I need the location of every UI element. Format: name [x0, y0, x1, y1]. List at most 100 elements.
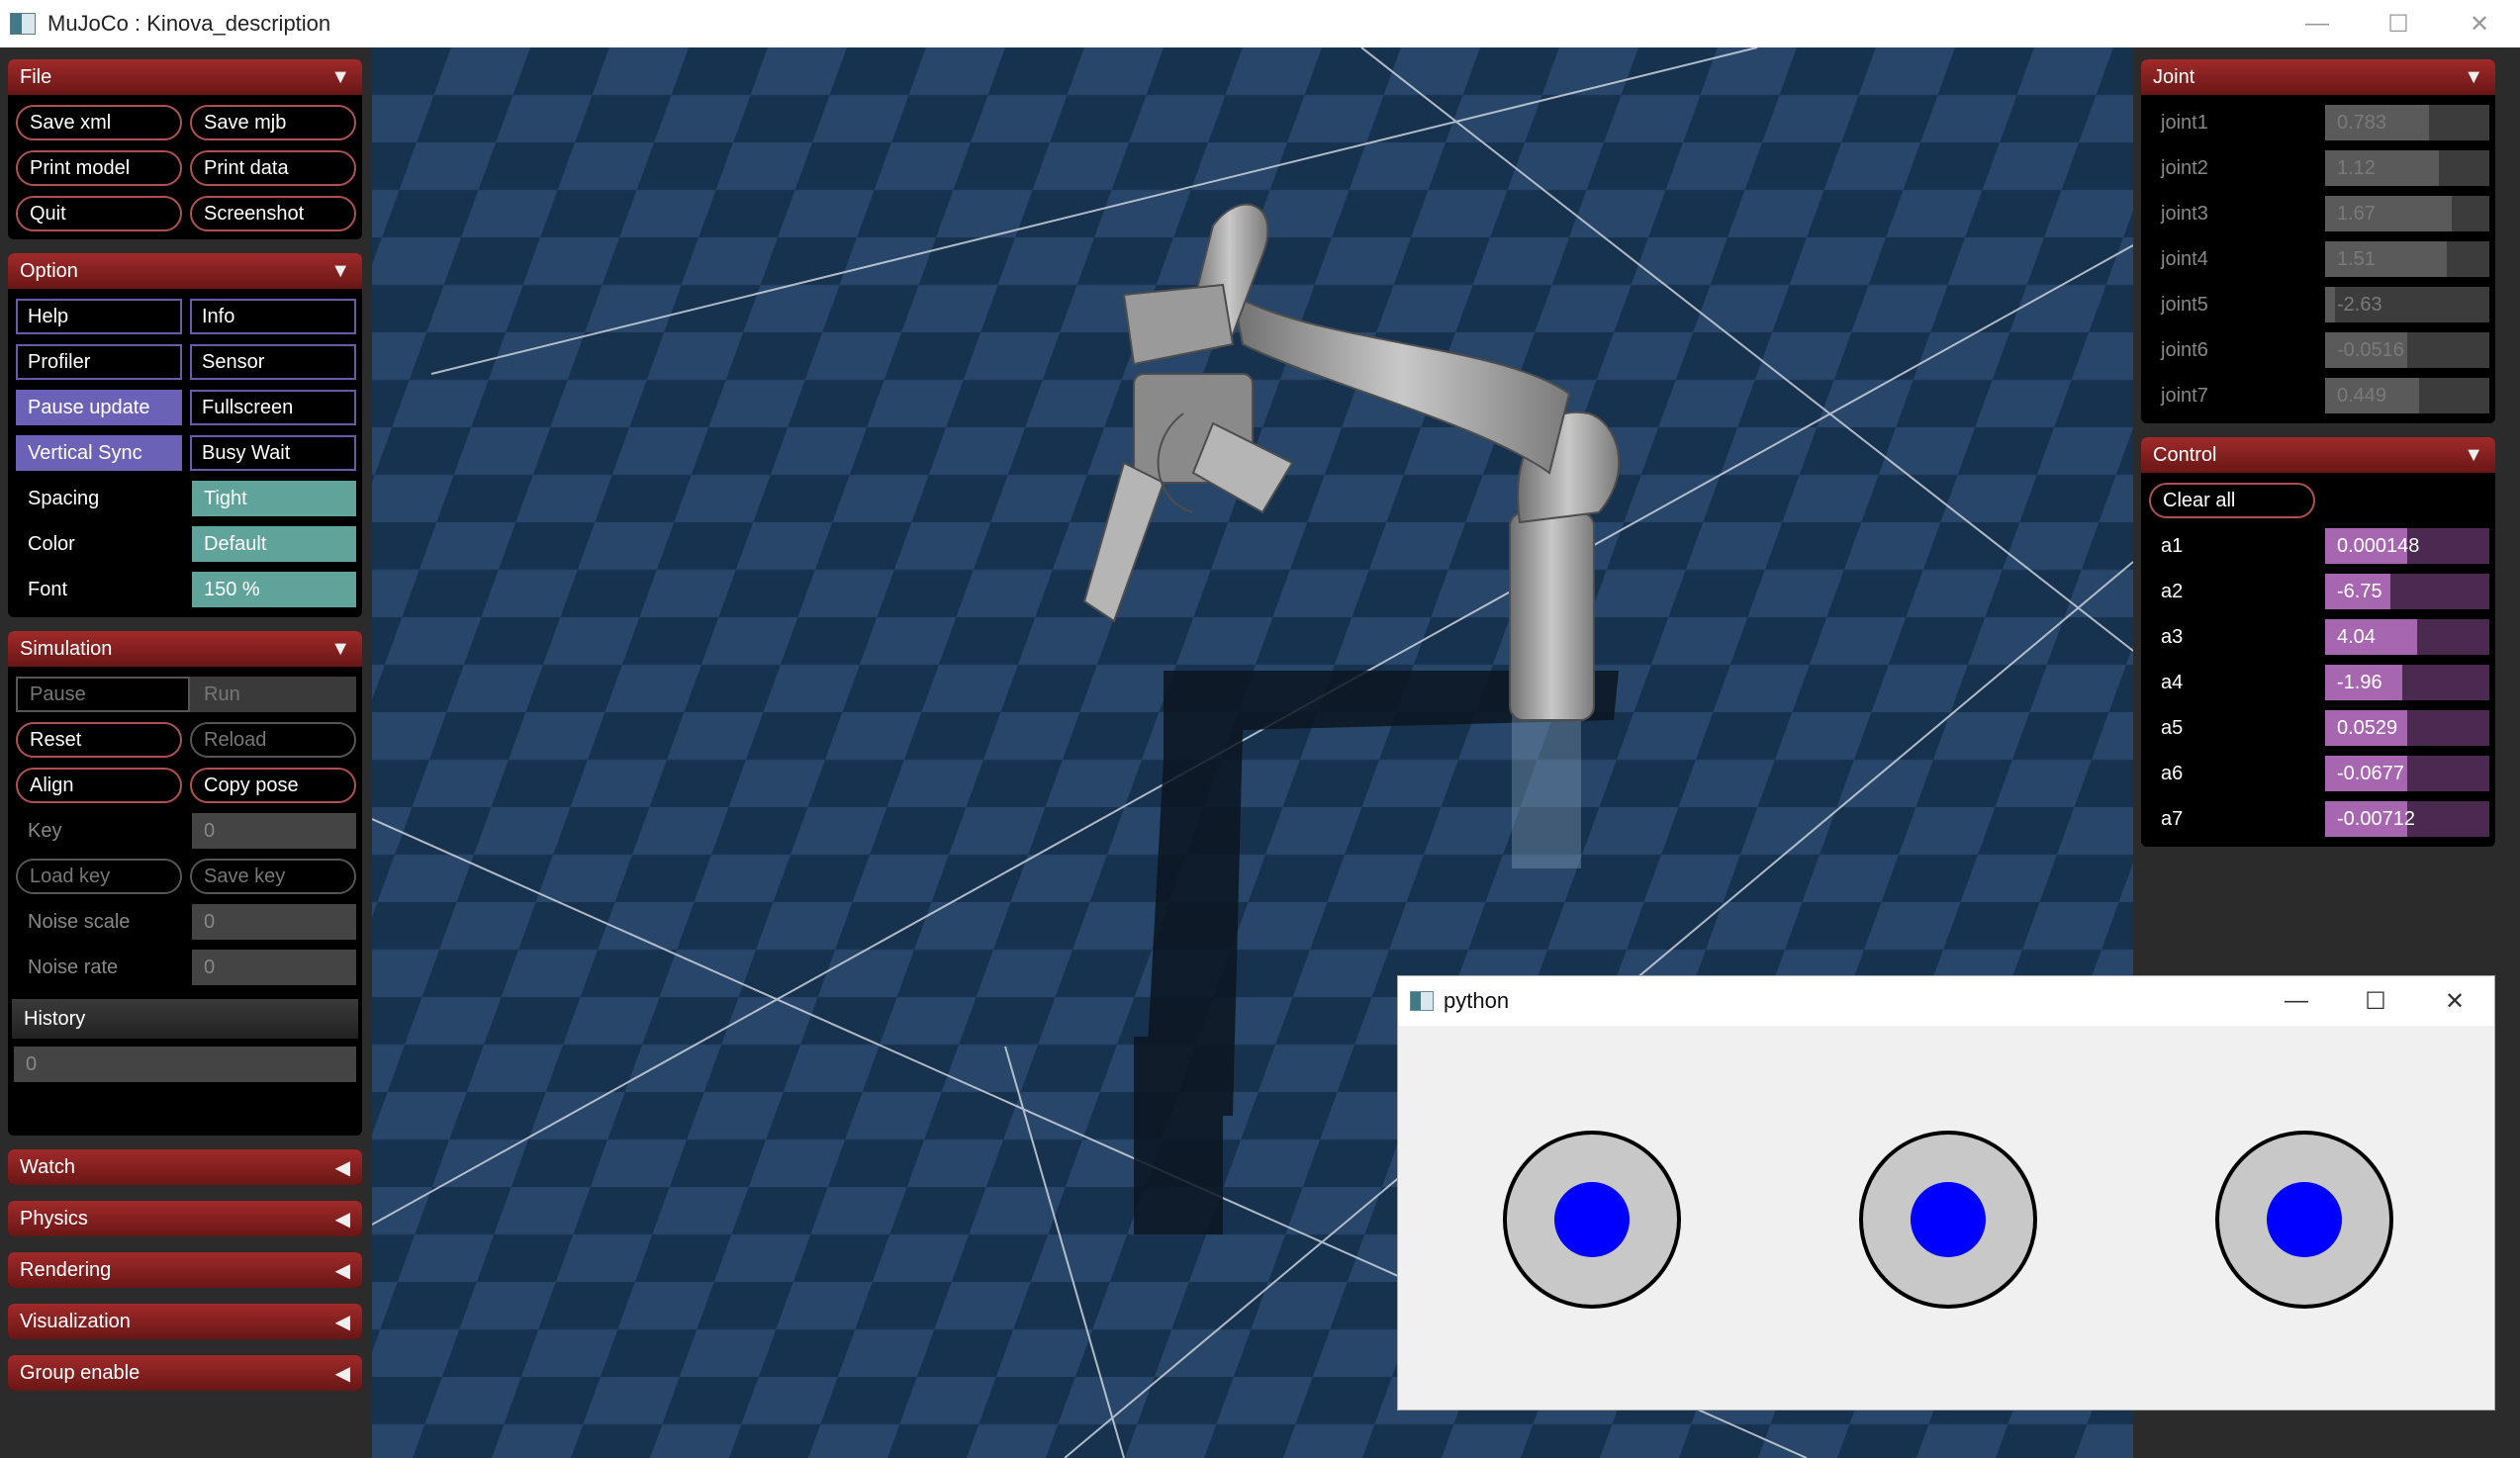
caret-left-icon: ◀: [334, 1311, 350, 1333]
reload-button[interactable]: Reload: [190, 722, 356, 758]
font-label: Font: [28, 579, 68, 600]
python-maximize-button[interactable]: ☐: [2336, 976, 2415, 1026]
save-mjb-button[interactable]: Save mjb: [190, 105, 356, 140]
joystick-1[interactable]: [1503, 1131, 1681, 1309]
option-section: Option ▼ Help Info Profiler Sensor Pause …: [8, 253, 362, 617]
python-close-button[interactable]: ✕: [2415, 976, 2494, 1026]
control-label-a4: a4: [2161, 672, 2184, 693]
python-app-icon: [1410, 991, 1434, 1011]
joint-value: 0.449: [2337, 385, 2387, 407]
spacing-label: Spacing: [28, 488, 100, 509]
clear-all-button[interactable]: Clear all: [2149, 483, 2315, 518]
save-xml-button[interactable]: Save xml: [16, 105, 182, 140]
physics-section[interactable]: Physics ◀: [8, 1201, 362, 1236]
spacing-select[interactable]: Tight: [192, 481, 356, 516]
file-header[interactable]: File ▼: [8, 59, 362, 95]
profiler-toggle[interactable]: Profiler: [16, 344, 182, 380]
control-label-a3: a3: [2161, 626, 2184, 648]
simulation-header[interactable]: Simulation ▼: [8, 631, 362, 667]
rendering-title: Rendering: [20, 1258, 112, 1281]
joystick-3-knob[interactable]: [2267, 1182, 2342, 1257]
control-slider-a5[interactable]: 0.0529: [2325, 710, 2489, 746]
python-minimize-button[interactable]: —: [2257, 976, 2336, 1026]
joint-slider-joint6[interactable]: -0.0516: [2325, 332, 2489, 368]
window-titlebar: MuJoCo : Kinova_description — ☐ ✕: [0, 0, 2520, 47]
watch-section[interactable]: Watch ◀: [8, 1149, 362, 1185]
joystick-2-knob[interactable]: [1911, 1182, 1986, 1257]
load-key-button[interactable]: Load key: [16, 859, 182, 894]
control-header[interactable]: Control ▼: [2141, 437, 2495, 473]
control-slider-a1[interactable]: 0.000148: [2325, 528, 2489, 564]
control-label-a2: a2: [2161, 581, 2184, 602]
run-radio[interactable]: Run: [190, 677, 356, 712]
joystick-2[interactable]: [1859, 1131, 2037, 1309]
control-section: Control ▼ Clear all a1 0.000148 a2 -6.75 a3 4.…: [2141, 437, 2495, 847]
copy-pose-button[interactable]: Copy pose: [190, 768, 356, 803]
noise-rate-label: Noise rate: [28, 957, 119, 978]
quit-button[interactable]: Quit: [16, 196, 182, 231]
vertical-sync-toggle[interactable]: Vertical Sync: [16, 435, 182, 471]
joint-slider-joint3[interactable]: 1.67: [2325, 196, 2489, 231]
joystick-1-knob[interactable]: [1554, 1182, 1630, 1257]
visualization-section[interactable]: Visualization ◀: [8, 1304, 362, 1339]
control-label-a1: a1: [2161, 535, 2184, 557]
control-slider-a3[interactable]: 4.04: [2325, 619, 2489, 655]
close-button[interactable]: ✕: [2439, 0, 2520, 47]
print-model-button[interactable]: Print model: [16, 150, 182, 186]
info-toggle[interactable]: Info: [190, 299, 356, 334]
joint-label-joint1: joint1: [2161, 112, 2208, 134]
joint-value: 1.51: [2337, 248, 2376, 270]
joint-slider-joint7[interactable]: 0.449: [2325, 378, 2489, 413]
control-slider-a4[interactable]: -1.96: [2325, 665, 2489, 700]
file-section: File ▼ Save xml Save mjb Print model Prin…: [8, 59, 362, 239]
pause-radio[interactable]: Pause: [16, 677, 190, 712]
group-enable-section[interactable]: Group enable ◀: [8, 1355, 362, 1391]
noise-rate-field[interactable]: 0: [192, 950, 356, 985]
joystick-3[interactable]: [2215, 1131, 2393, 1309]
color-select[interactable]: Default: [192, 526, 356, 562]
simulation-section: Simulation ▼ Pause Run Reset Reload Align…: [8, 631, 362, 1136]
file-title: File: [20, 65, 52, 88]
history-label: History: [12, 999, 358, 1039]
control-label-a6: a6: [2161, 763, 2184, 784]
control-value: 0.000148: [2337, 535, 2420, 557]
caret-left-icon: ◀: [334, 1156, 350, 1179]
fullscreen-toggle[interactable]: Fullscreen: [190, 390, 356, 425]
control-slider-a6[interactable]: -0.0677: [2325, 756, 2489, 791]
sensor-toggle[interactable]: Sensor: [190, 344, 356, 380]
noise-scale-label: Noise scale: [28, 911, 131, 933]
joint-header[interactable]: Joint ▼: [2141, 59, 2495, 95]
key-field[interactable]: 0: [192, 813, 356, 849]
joint-slider-joint4[interactable]: 1.51: [2325, 241, 2489, 277]
maximize-button[interactable]: ☐: [2358, 0, 2439, 47]
key-label: Key: [28, 820, 62, 842]
reset-button[interactable]: Reset: [16, 722, 182, 758]
noise-scale-field[interactable]: 0: [192, 904, 356, 940]
help-toggle[interactable]: Help: [16, 299, 182, 334]
screenshot-button[interactable]: Screenshot: [190, 196, 356, 231]
align-button[interactable]: Align: [16, 768, 182, 803]
caret-down-icon: ▼: [330, 637, 350, 660]
busy-wait-toggle[interactable]: Busy Wait: [190, 435, 356, 471]
minimize-button[interactable]: —: [2277, 0, 2358, 47]
joint-label-joint4: joint4: [2161, 248, 2208, 270]
print-data-button[interactable]: Print data: [190, 150, 356, 186]
pause-update-toggle[interactable]: Pause update: [16, 390, 182, 425]
control-slider-a7[interactable]: -0.00712: [2325, 801, 2489, 837]
joint-slider-joint1[interactable]: 0.783: [2325, 105, 2489, 140]
font-select[interactable]: 150 %: [192, 572, 356, 607]
joint-label-joint6: joint6: [2161, 339, 2208, 361]
save-key-button[interactable]: Save key: [190, 859, 356, 894]
history-slider[interactable]: 0: [14, 1047, 356, 1082]
control-slider-a2[interactable]: -6.75: [2325, 574, 2489, 609]
control-value: -1.96: [2337, 672, 2382, 693]
option-header[interactable]: Option ▼: [8, 253, 362, 289]
joint-slider-joint5[interactable]: -2.63: [2325, 287, 2489, 322]
rendering-section[interactable]: Rendering ◀: [8, 1252, 362, 1288]
joint-section: Joint ▼ joint1 0.783 joint2 1.12 joint3 1.67 jo…: [2141, 59, 2495, 423]
caret-left-icon: ◀: [334, 1362, 350, 1385]
caret-down-icon: ▼: [330, 259, 350, 282]
caret-down-icon: ▼: [330, 65, 350, 88]
joint-value: -2.63: [2337, 294, 2382, 316]
joint-slider-joint2[interactable]: 1.12: [2325, 150, 2489, 186]
